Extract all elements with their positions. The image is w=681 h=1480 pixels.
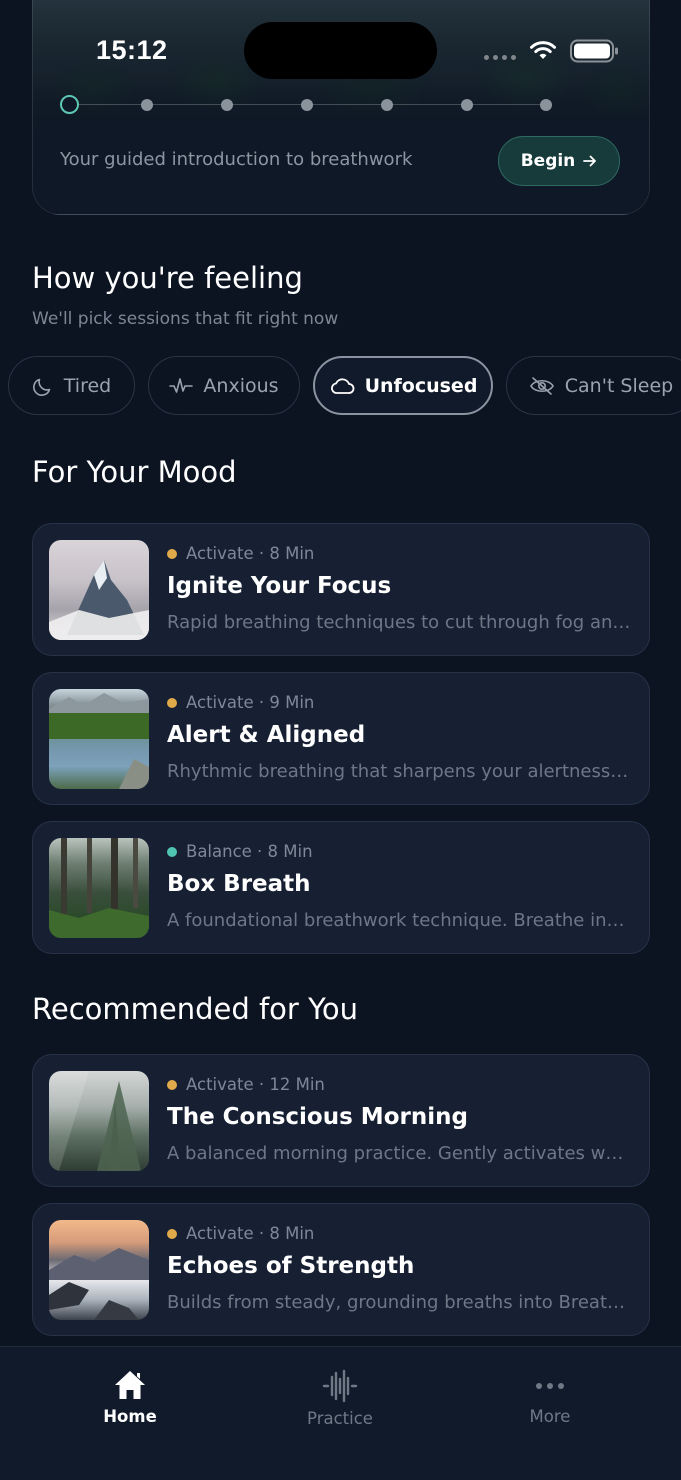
cloud-icon — [330, 377, 354, 394]
session-description: A foundational breathwork technique. Bre… — [167, 910, 625, 931]
session-thumbnail — [49, 1220, 149, 1320]
category-dot — [167, 1079, 177, 1090]
hero-subtitle: Your guided introduction to breathwork — [60, 149, 413, 170]
mood-section-title: For Your Mood — [32, 455, 237, 489]
chip-label: Unfocused — [364, 374, 478, 397]
session-card-alert-aligned[interactable]: Activate · 9 Min Alert & Aligned Rhythmi… — [32, 672, 650, 805]
tab-home[interactable]: Home — [70, 1369, 190, 1426]
tab-label: Practice — [307, 1409, 373, 1428]
session-description: Builds from steady, grounding breaths in… — [167, 1292, 633, 1313]
feeling-section-subtitle: We'll pick sessions that fit right now — [32, 309, 339, 329]
wifi-icon — [530, 41, 556, 59]
battery-icon — [570, 39, 618, 63]
session-card-echoes-of-strength[interactable]: Activate · 8 Min Echoes of Strength Buil… — [32, 1203, 650, 1336]
category-dot — [167, 697, 177, 708]
category-dot — [167, 548, 177, 559]
chip-cant-sleep[interactable]: Can't Sleep — [506, 356, 681, 415]
session-thumbnail — [49, 1071, 149, 1171]
session-meta: Activate · 8 Min — [167, 1224, 314, 1243]
tab-label: Home — [103, 1407, 157, 1426]
session-meta: Activate · 9 Min — [167, 693, 314, 712]
feeling-section-title: How you're feeling — [32, 261, 303, 295]
progress-step-current — [60, 95, 79, 114]
more-dots-icon — [536, 1383, 564, 1389]
tab-more[interactable]: More — [490, 1369, 610, 1426]
progress-step — [301, 99, 313, 111]
moon-icon — [32, 378, 51, 396]
category-dot — [167, 1228, 177, 1239]
chip-tired[interactable]: Tired — [8, 356, 135, 415]
arrow-right-icon — [583, 155, 597, 167]
eye-off-icon — [529, 376, 554, 395]
session-card-box-breath[interactable]: Balance · 8 Min Box Breath A foundationa… — [32, 821, 650, 954]
session-description: A balanced morning practice. Gently acti… — [167, 1143, 633, 1164]
session-title: Box Breath — [167, 871, 311, 897]
status-time: 15:12 — [96, 35, 168, 65]
begin-button[interactable]: Begin — [498, 136, 620, 186]
progress-step — [461, 99, 473, 111]
session-meta: Balance · 8 Min — [167, 842, 313, 861]
intro-progress-steps — [60, 95, 560, 115]
session-title: Ignite Your Focus — [167, 573, 392, 599]
dynamic-island — [244, 22, 437, 79]
pulse-icon — [169, 377, 194, 393]
session-description: Rhythmic breathing that sharpens your al… — [167, 761, 629, 782]
session-meta: Activate · 12 Min — [167, 1075, 325, 1094]
session-card-ignite-your-focus[interactable]: Activate · 8 Min Ignite Your Focus Rapid… — [32, 523, 650, 656]
progress-step — [540, 99, 552, 111]
session-thumbnail — [49, 689, 149, 789]
session-thumbnail — [49, 540, 149, 640]
chip-label: Anxious — [203, 374, 279, 397]
cellular-signal-icon — [484, 55, 516, 60]
home-icon — [115, 1371, 145, 1399]
session-meta: Activate · 8 Min — [167, 544, 314, 563]
begin-button-label: Begin — [520, 151, 576, 171]
session-description: Rapid breathing techniques to cut throug… — [167, 612, 631, 633]
session-card-conscious-morning[interactable]: Activate · 12 Min The Conscious Morning … — [32, 1054, 650, 1187]
session-thumbnail — [49, 838, 149, 938]
category-dot — [167, 846, 177, 857]
session-title: The Conscious Morning — [167, 1104, 468, 1130]
chip-label: Tired — [63, 374, 112, 397]
chip-label: Can't Sleep — [564, 374, 674, 397]
tab-practice[interactable]: Practice — [280, 1369, 400, 1428]
bottom-tab-bar: Home Practice More — [0, 1346, 681, 1480]
tab-label: More — [529, 1407, 571, 1426]
session-title: Alert & Aligned — [167, 722, 366, 748]
session-title: Echoes of Strength — [167, 1253, 415, 1279]
progress-step — [381, 99, 393, 111]
progress-step — [141, 99, 153, 111]
waveform-icon — [322, 1369, 358, 1403]
chip-unfocused[interactable]: Unfocused — [313, 356, 493, 415]
chip-anxious[interactable]: Anxious — [148, 356, 300, 415]
recommended-section-title: Recommended for You — [32, 992, 359, 1026]
progress-step — [221, 99, 233, 111]
feeling-chip-row: Tired Anxious Unfocused Can't Sleep — [0, 356, 681, 416]
